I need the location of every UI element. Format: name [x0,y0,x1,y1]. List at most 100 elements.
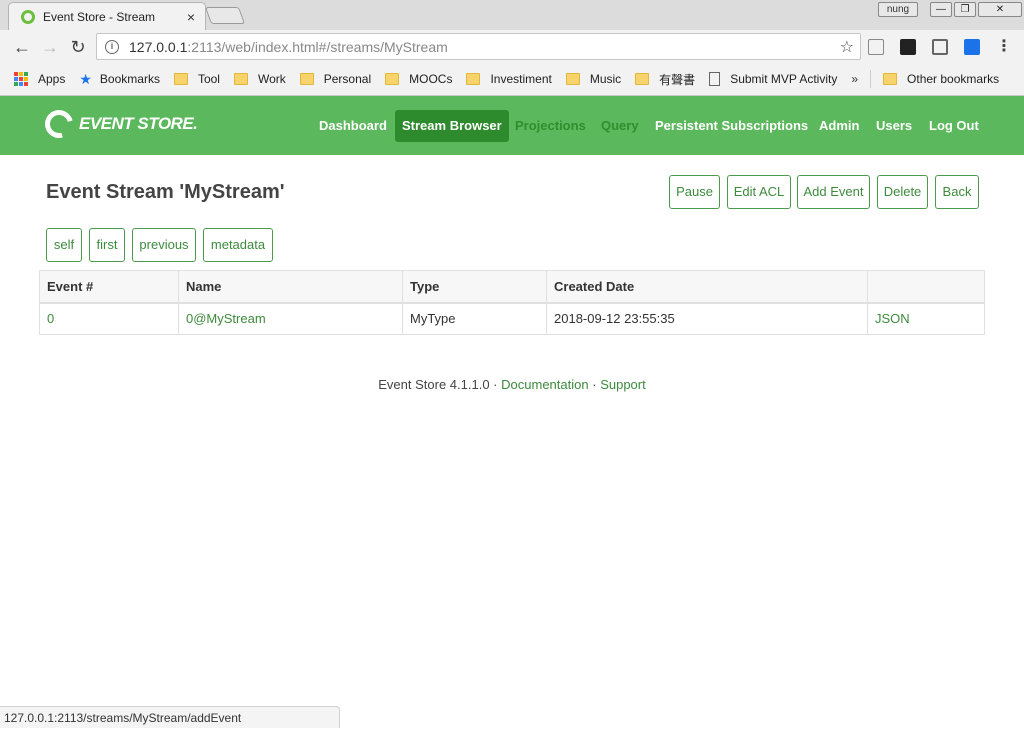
bookmark-label: Submit MVP Activity [730,72,838,86]
restore-icon[interactable]: ❐ [954,2,976,17]
event-json-link[interactable]: JSON [867,302,985,335]
new-tab-button[interactable] [204,7,246,24]
event-number-link[interactable]: 0 [40,303,179,335]
star-icon: ★ [79,70,92,87]
bookmark-label: Personal [323,72,372,86]
nav-users[interactable]: Users [876,110,912,142]
nav-persistent-subscriptions[interactable]: Persistent Subscriptions [655,110,808,142]
column-header-event-no: Event # [47,278,94,294]
nav-query[interactable]: Query [601,110,639,142]
bookmark-folder-moocs[interactable]: MOOCs [385,72,452,86]
extension-download-icon[interactable] [964,39,980,55]
close-window-icon[interactable]: ✕ [978,2,1022,17]
folder-icon [565,73,580,85]
support-link[interactable]: Support [600,377,646,392]
apps-grid-icon [14,72,28,86]
back-arrow-icon[interactable]: ← [8,33,36,61]
version-text: Event Store 4.1.1.0 [378,377,490,392]
app-header: EVENT STORE. Dashboard Stream Browser Pr… [0,96,1024,155]
minimize-icon[interactable]: — [930,2,952,17]
status-bar-url: 127.0.0.1:2113/streams/MyStream/addEvent [0,706,340,728]
profile-button[interactable]: nung [878,2,918,17]
table-row: 0 0@MyStream MyType 2018-09-12 23:55:35 … [40,302,985,335]
extension-play-icon[interactable] [900,39,916,55]
event-created-date: 2018-09-12 23:55:35 [546,302,868,335]
url-path: :2113/web/index.html#/streams/MyStream [187,38,448,55]
site-info-icon[interactable]: i [105,39,119,54]
bookmark-label: Music [589,72,622,86]
extension-board-icon[interactable] [932,39,948,55]
bookmark-other[interactable]: Other bookmarks [883,72,999,86]
add-event-button[interactable]: Add Event [797,175,870,209]
extension-copy-icon[interactable] [868,39,884,55]
events-table: Event # Name Type Created Date 0 0@MyStr… [39,270,985,335]
event-type: MyType [402,302,547,335]
bookmark-label: 有聲書 [659,72,696,87]
url-text: 127.0.0.1:2113/web/index.html#/streams/M… [129,39,448,55]
event-name-link[interactable]: 0@MyStream [178,302,403,335]
browser-toolbar: ← → ↻ i 127.0.0.1:2113/web/index.html#/s… [0,30,1024,64]
nav-admin[interactable]: Admin [819,110,859,142]
pause-button[interactable]: Pause [669,175,720,209]
page-icon [709,72,721,86]
nav-stream-browser[interactable]: Stream Browser [395,110,509,142]
nav-projections[interactable]: Projections [515,110,586,142]
folder-icon [173,73,188,85]
url-host: 127.0.0.1 [129,38,188,55]
nav-dashboard[interactable]: Dashboard [319,110,387,142]
bookmarks-bar: Apps ★ Bookmarks Tool Work Personal MOOC… [0,64,1024,94]
page-footer: Event Store 4.1.1.0 · Documentation · Su… [0,377,1024,392]
nav-log-out[interactable]: Log Out [929,110,979,142]
documentation-link[interactable]: Documentation [501,377,588,392]
bookmark-folder-audiobooks[interactable]: 有聲書 [635,71,695,88]
bookmark-label: Work [257,72,286,86]
column-header-type: Type [402,270,547,303]
main-nav: Dashboard Stream Browser Projections Que… [0,110,1024,142]
browser-tab[interactable]: Event Store - Stream × [8,2,206,30]
reload-icon[interactable]: ↻ [64,33,92,61]
column-header-created-date: Created Date [546,270,868,303]
folder-icon [635,73,650,85]
table-header-row: Event # Name Type Created Date [39,270,985,303]
footer-separator: · [592,377,597,392]
bookmark-label: Investiment [490,72,552,86]
edit-acl-button[interactable]: Edit ACL [727,175,791,209]
bookmark-label: Other bookmarks [907,72,1000,86]
browser-chrome: Event Store - Stream × nung — ❐ ✕ ← → ↻ … [0,0,1024,96]
folder-icon [466,73,481,85]
folder-icon [385,73,400,85]
event-store-favicon-icon [21,9,35,24]
browser-menu-icon[interactable]: ⋮ [996,36,1012,56]
forward-arrow-icon[interactable]: → [36,33,64,61]
pager-previous-button[interactable]: previous [132,228,196,262]
bookmark-label: MOOCs [409,72,453,86]
tab-close-icon[interactable]: × [187,9,195,25]
bookmark-submit-mvp[interactable]: Submit MVP Activity [709,72,837,86]
bookmark-star-icon[interactable]: ☆ [840,37,854,57]
column-header-actions [867,270,985,303]
tab-strip: Event Store - Stream × nung — ❐ ✕ [0,0,1024,30]
folder-icon [233,73,248,85]
bookmark-label: Apps [38,72,66,86]
bookmark-folder-tool[interactable]: Tool [173,72,220,86]
bookmark-folder-personal[interactable]: Personal [299,72,372,86]
bookmark-folder-investiment[interactable]: Investiment [466,72,552,86]
bookmark-bookmarks[interactable]: ★ Bookmarks [79,71,160,88]
footer-separator: · [493,377,498,392]
pager-self-button[interactable]: self [46,228,82,262]
bookmark-folder-work[interactable]: Work [233,72,286,86]
bookmarks-overflow-icon[interactable]: » [851,72,858,86]
pager-first-button[interactable]: first [89,228,125,262]
delete-button[interactable]: Delete [877,175,928,209]
bookmark-label: Tool [197,72,220,86]
back-button[interactable]: Back [935,175,979,209]
folder-icon [883,73,898,85]
page-title: Event Stream 'MyStream' [46,181,285,203]
pager-metadata-button[interactable]: metadata [203,228,273,262]
tab-title: Event Store - Stream [43,9,156,24]
bookmark-apps[interactable]: Apps [14,72,65,86]
address-bar[interactable]: i 127.0.0.1:2113/web/index.html#/streams… [96,33,861,60]
bookmark-folder-music[interactable]: Music [565,72,622,86]
bookmark-label: Bookmarks [99,72,160,86]
column-header-name: Name [178,270,403,303]
